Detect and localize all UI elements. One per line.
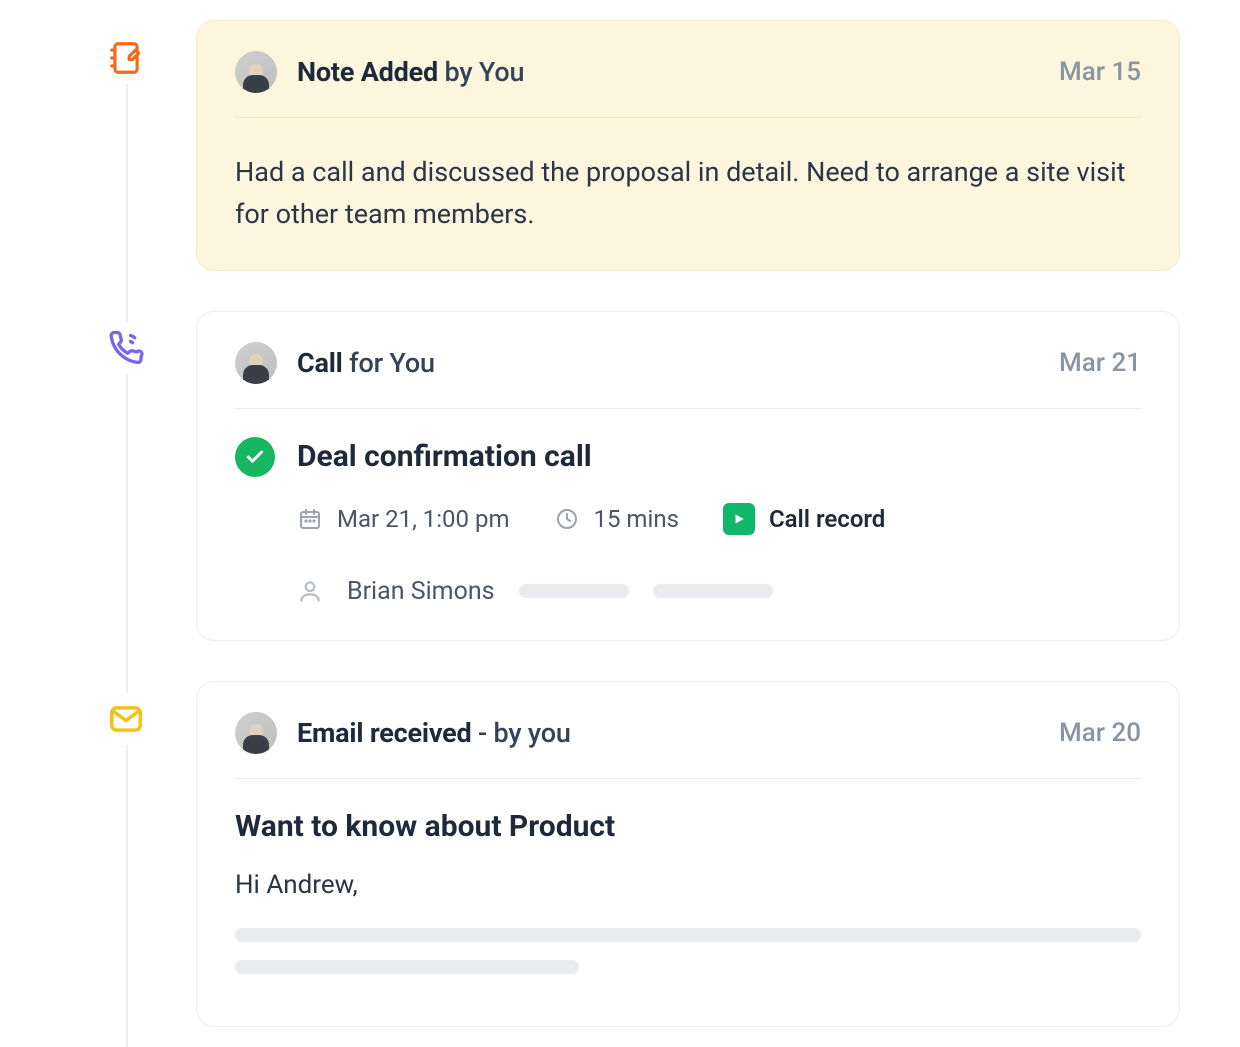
placeholder-pill bbox=[653, 584, 773, 598]
timeline-entry-call: Call for You Mar 21 Deal confirmation ca… bbox=[100, 311, 1180, 641]
call-title-rest: for You bbox=[343, 347, 435, 379]
call-duration: 15 mins bbox=[554, 505, 679, 533]
call-meta: Mar 21, 1:00 pm 15 mins Call record bbox=[297, 503, 1141, 535]
call-record-button[interactable]: Call record bbox=[723, 503, 885, 535]
call-subject: Deal confirmation call bbox=[297, 439, 592, 474]
play-icon bbox=[723, 503, 755, 535]
email-title-strong: Email received bbox=[297, 717, 472, 749]
email-card[interactable]: Email received - by you Mar 20 Want to k… bbox=[196, 681, 1180, 1027]
placeholder-pill bbox=[519, 584, 629, 598]
call-subject-row: Deal confirmation call bbox=[235, 437, 1141, 477]
call-title-line: Call for You bbox=[297, 347, 435, 379]
placeholder-line bbox=[235, 960, 579, 974]
call-datetime: Mar 21, 1:00 pm bbox=[297, 505, 510, 533]
note-icon bbox=[100, 32, 152, 84]
call-title-strong: Call bbox=[297, 347, 343, 379]
note-title: Note Added by You bbox=[297, 56, 524, 88]
call-record-label: Call record bbox=[769, 505, 885, 533]
call-icon bbox=[100, 323, 152, 375]
email-title-rest: - by you bbox=[472, 717, 571, 749]
note-date: Mar 15 bbox=[1059, 57, 1141, 87]
person-icon bbox=[297, 578, 323, 604]
placeholder-line bbox=[235, 928, 1141, 942]
avatar bbox=[235, 342, 277, 384]
note-body: Had a call and discussed the proposal in… bbox=[235, 118, 1141, 236]
calendar-icon bbox=[297, 506, 323, 532]
note-title-rest: by You bbox=[438, 56, 524, 88]
timeline-entry-email: Email received - by you Mar 20 Want to k… bbox=[100, 681, 1180, 1027]
call-card-header: Call for You Mar 21 bbox=[235, 342, 1141, 409]
email-card-header: Email received - by you Mar 20 bbox=[235, 712, 1141, 779]
call-card[interactable]: Call for You Mar 21 Deal confirmation ca… bbox=[196, 311, 1180, 641]
call-duration-text: 15 mins bbox=[594, 505, 679, 533]
activity-timeline: Note Added by You Mar 15 Had a call and … bbox=[0, 0, 1240, 1047]
call-attendees: Brian Simons bbox=[297, 577, 1141, 606]
check-icon bbox=[235, 437, 275, 477]
email-date: Mar 20 bbox=[1059, 718, 1141, 748]
email-body-placeholder bbox=[235, 928, 1141, 974]
avatar bbox=[235, 712, 277, 754]
note-card-header: Note Added by You Mar 15 bbox=[235, 51, 1141, 118]
email-subject: Want to know about Product bbox=[235, 809, 1141, 844]
attendee-name: Brian Simons bbox=[347, 577, 495, 606]
call-date: Mar 21 bbox=[1059, 348, 1141, 378]
call-datetime-text: Mar 21, 1:00 pm bbox=[337, 505, 510, 533]
email-icon bbox=[100, 693, 152, 745]
email-title-line: Email received - by you bbox=[297, 717, 571, 749]
timeline-entry-note: Note Added by You Mar 15 Had a call and … bbox=[100, 20, 1180, 271]
email-greeting: Hi Andrew, bbox=[235, 870, 1141, 900]
note-card[interactable]: Note Added by You Mar 15 Had a call and … bbox=[196, 20, 1180, 271]
avatar bbox=[235, 51, 277, 93]
clock-icon bbox=[554, 506, 580, 532]
note-title-strong: Note Added bbox=[297, 56, 438, 88]
